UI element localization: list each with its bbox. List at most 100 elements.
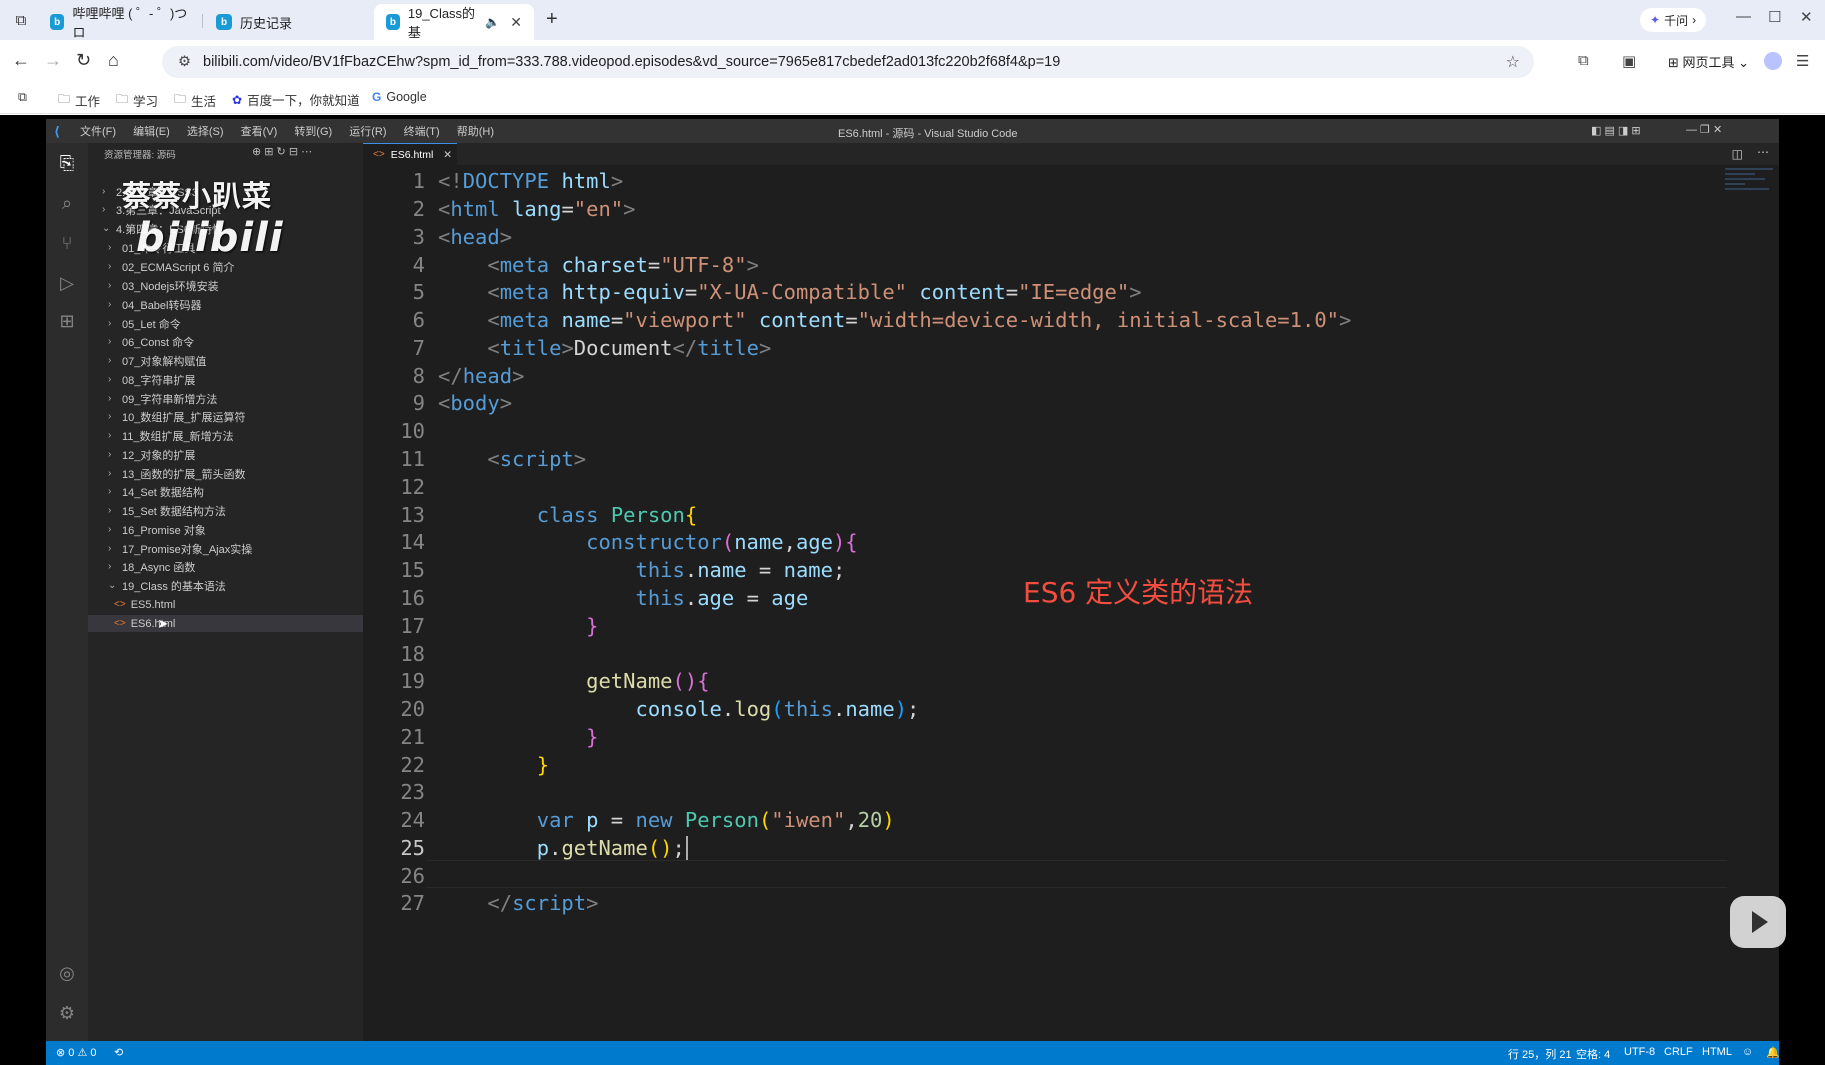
menu-edit[interactable]: 编辑(E) [133,126,170,138]
menu-selection[interactable]: 选择(S) [187,126,224,138]
minimap[interactable] [1719,165,1779,235]
extensions-icon[interactable]: ⧉ [1578,52,1589,69]
eol-status[interactable]: CRLF [1664,1046,1693,1058]
menu-run[interactable]: 运行(R) [349,126,386,138]
run-debug-icon[interactable]: ▷ [56,273,78,295]
tree-item[interactable]: › 12_对象的扩展 [88,446,363,463]
tree-item[interactable]: › 04_Babel转码器 [88,296,363,313]
tree-item[interactable]: › 11_数组扩展_新增方法 [88,427,363,444]
line-number: 2 [412,197,425,221]
tree-item[interactable]: › 14_Set 数据结构 [88,483,363,500]
status-bar: ⊗ 0 ⚠ 0 ⟲ 行 25，列 21 空格: 4 UTF-8 CRLF HTM… [46,1041,1779,1065]
address-bar[interactable]: ⚙ bilibili.com/video/BV1fFbazCEhw?spm_id… [162,46,1534,78]
code-line: <meta http-equiv="X-UA-Compatible" conte… [487,280,1142,304]
new-tab-button[interactable]: + [546,8,558,31]
bookmark-work[interactable]: 🗀 工作 [58,90,100,111]
tab-actions-icon[interactable]: ⧉ [10,9,32,31]
window-controls[interactable]: — ❐ ✕ [1686,123,1722,136]
reload-icon[interactable]: ↻ [76,50,91,71]
split-editor-icon[interactable]: ◫ [1732,147,1743,161]
bookmark-life[interactable]: 🗀 生活 [174,90,216,111]
editor-tab-label: ES6.html [390,148,434,161]
back-icon[interactable]: ← [12,50,30,71]
tree-file-selected[interactable]: <> ES6.html ➤ [88,615,363,632]
problems-status[interactable]: ⊗ 0 ⚠ 0 [56,1046,96,1059]
web-tools-label: 网页工具 [1682,55,1735,70]
line-number: 23 [400,780,425,804]
screenshot-icon[interactable]: ▣ [1622,52,1636,70]
tab-bilibili-home[interactable]: b 哔哩哔哩 ( ゜- ゜)つロ [38,4,200,40]
editor-tab-es6[interactable]: <> ES6.html ✕ [363,143,457,165]
web-tools-button[interactable]: ⊞ 网页工具 ⌄ [1668,52,1749,71]
menu-terminal[interactable]: 终端(T) [404,126,440,138]
menu-file[interactable]: 文件(F) [80,126,116,138]
tree-item[interactable]: › 16_Promise 对象 [88,521,363,538]
notifications-icon[interactable]: 🔔 [1766,1046,1779,1059]
tree-item[interactable]: › 05_Let 命令 [88,315,363,332]
explorer-icon[interactable]: ⎘ [56,153,78,175]
line-number: 19 [400,669,425,693]
forward-icon[interactable]: → [44,50,62,71]
minimize-icon[interactable]: — [1736,8,1751,25]
explorer-actions[interactable]: ⊕ ⊞ ↻ ⊟ ⋯ [252,145,312,158]
video-player[interactable]: ⟨ 文件(F) 编辑(E) 选择(S) 查看(V) 转到(G) 运行(R) 终端… [0,115,1825,1065]
menu-goto[interactable]: 转到(G) [294,126,332,138]
close-window-icon[interactable]: ✕ [1800,8,1813,26]
menu-view[interactable]: 查看(V) [241,126,278,138]
vscode-menu: 文件(F) 编辑(E) 选择(S) 查看(V) 转到(G) 运行(R) 终端(T… [80,123,508,139]
code-line: <title>Document</title> [487,336,772,360]
maximize-icon[interactable]: ☐ [1768,8,1781,26]
editor-area[interactable]: <> ES6.html ✕ ◫ ⋯ 1 2 3 4 5 6 7 8 9 10 1… [363,143,1779,1041]
tree-file[interactable]: <> ES5.html [88,596,363,613]
remote-icon[interactable]: ⟲ [114,1046,123,1059]
tree-item[interactable]: › 15_Set 数据结构方法 [88,502,363,519]
tab-label: 19_Class的基 [407,6,476,40]
tree-item[interactable]: › 08_字符串扩展 [88,371,363,388]
apps-icon[interactable]: ⧉ [18,90,27,105]
tree-item[interactable]: › 10_数组扩展_扩展运算符 [88,408,363,425]
code-line: <meta name="viewport" content="width=dev… [487,308,1352,332]
tree-item[interactable]: ⌄ 19_Class 的基本语法 [88,577,363,594]
source-control-icon[interactable]: ⑂ [56,233,78,255]
close-icon[interactable]: ✕ [510,14,522,31]
tree-item[interactable]: › 07_对象解构赋值 [88,352,363,369]
indentation-status[interactable]: 空格: 4 [1576,1046,1610,1062]
bookmark-star-icon[interactable]: ☆ [1506,52,1520,72]
close-icon[interactable]: ✕ [443,149,452,161]
bookmark-study[interactable]: 🗀 学习 [116,90,158,111]
tab-current-video[interactable]: b 19_Class的基 🔈 ✕ [374,4,534,40]
more-actions-icon[interactable]: ⋯ [1757,145,1769,159]
code-line: } [586,614,599,638]
qianwen-button[interactable]: ✦ 千问 › [1640,8,1707,32]
code-line: var p = new Person("iwen",20) [536,808,895,832]
account-icon[interactable]: ◎ [56,963,78,985]
tree-item[interactable]: › 17_Promise对象_Ajax实操 [88,540,363,557]
line-number: 14 [400,530,425,554]
tree-item[interactable]: › 09_字符串新增方法 [88,390,363,407]
encoding-status[interactable]: UTF-8 [1624,1046,1655,1058]
avatar[interactable] [1764,52,1782,70]
home-icon[interactable]: ⌂ [108,50,119,71]
site-info-icon[interactable]: ⚙ [178,54,191,70]
extensions-icon[interactable]: ⊞ [56,311,78,333]
feedback-icon[interactable]: ☺ [1742,1046,1753,1058]
tree-item[interactable]: › 13_函数的扩展_箭头函数 [88,465,363,482]
layout-icons[interactable]: ◧ ▤ ◨ ⊞ [1591,124,1641,137]
bookmark-baidu[interactable]: ✿ 百度一下，你就知道 [232,90,360,109]
search-icon[interactable]: ⌕ [56,193,78,215]
menu-help[interactable]: 帮助(H) [457,126,494,138]
play-icon[interactable] [1730,896,1786,948]
settings-gear-icon[interactable]: ⚙ [56,1003,78,1025]
tab-history[interactable]: b 历史记录 [204,4,370,40]
bookmark-google[interactable]: G Google [372,90,427,104]
menu-icon[interactable]: ☰ [1796,52,1809,70]
language-status[interactable]: HTML [1702,1046,1732,1058]
tree-item[interactable]: › 18_Async 函数 [88,558,363,575]
line-number: 16 [400,586,425,610]
speaker-icon[interactable]: 🔈 [485,15,500,29]
tree-item[interactable]: › 06_Const 命令 [88,333,363,350]
cursor-position[interactable]: 行 25，列 21 [1508,1046,1572,1062]
explorer-sidebar: 资源管理器: 源码 ⊕ ⊞ ↻ ⊟ ⋯ › 2.第二章：CSS3 › 3.第三章：J… [88,143,363,1041]
code-line: constructor(name,age){ [586,530,858,554]
tree-item[interactable]: › 03_Nodejs环境安装 [88,277,363,294]
